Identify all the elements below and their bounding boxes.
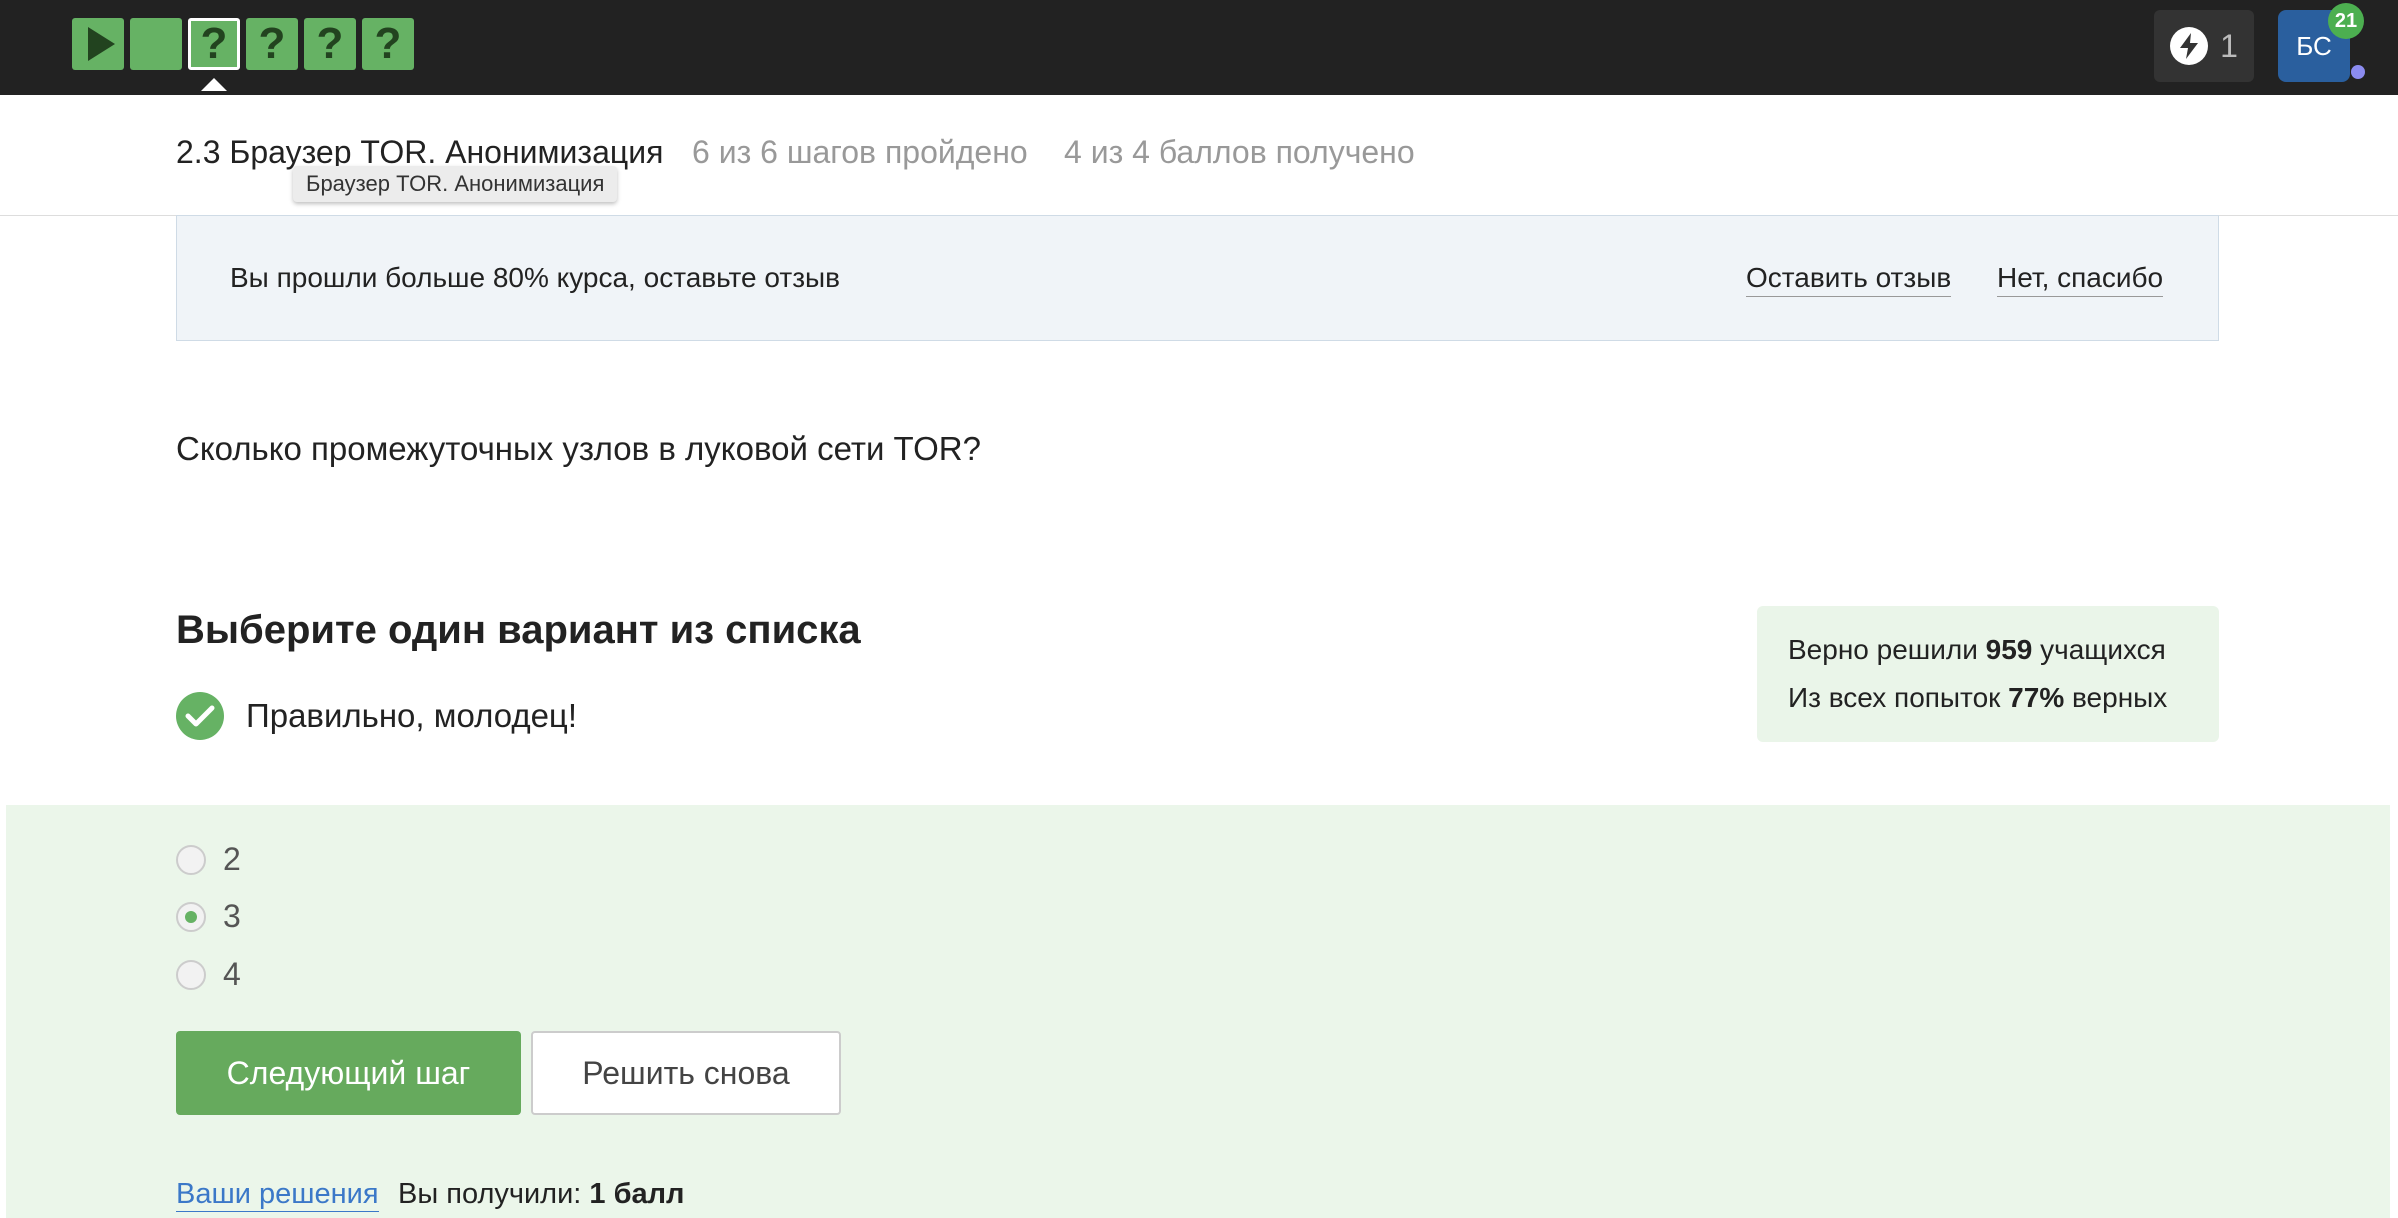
score-prefix: Вы получили:: [398, 1178, 590, 1210]
score-text: Вы получили: 1 балл: [398, 1178, 684, 1211]
solved-count: 959: [1985, 634, 2033, 665]
option-label: 4: [223, 956, 241, 992]
top-bar: ? ? ? ? 1 БС 21: [0, 0, 2398, 95]
radio-dot: [185, 910, 197, 923]
radio-button[interactable]: [176, 844, 206, 875]
notification-badge: 21: [2328, 3, 2364, 39]
play-icon: [87, 27, 115, 61]
step-1-video[interactable]: [72, 18, 124, 70]
solved-line: Верно решили 959 учащихся: [1788, 626, 2219, 674]
step-4-quiz[interactable]: ?: [246, 18, 298, 70]
your-solutions-link[interactable]: Ваши решения: [176, 1178, 379, 1212]
solve-again-button[interactable]: Решить снова: [531, 1031, 841, 1115]
no-thanks-link[interactable]: Нет, спасибо: [1997, 262, 2164, 297]
answer-area: [6, 805, 2390, 1218]
lesson-steps-progress: 6 из 6 шагов пройдено: [692, 134, 1028, 170]
lesson-points: 4 из 4 баллов получено: [1064, 134, 1415, 170]
question-text: Сколько промежуточных узлов в луковой се…: [176, 430, 981, 467]
question-icon: ?: [258, 19, 286, 68]
attempts-percent: 77%: [2008, 682, 2065, 713]
option-4[interactable]: 4: [176, 956, 241, 993]
question-icon: ?: [374, 19, 402, 68]
step-navigation: ? ? ? ?: [72, 18, 414, 91]
avatar-initials: БС: [2296, 30, 2332, 61]
review-banner: Вы прошли больше 80% курса, оставьте отз…: [176, 215, 2219, 341]
option-label: 2: [223, 841, 241, 877]
choose-prompt: Выберите один вариант из списка: [176, 608, 861, 652]
result-message: Правильно, молодец!: [176, 692, 577, 740]
radio-button[interactable]: [176, 959, 206, 990]
radio-button-selected[interactable]: [176, 901, 206, 932]
check-icon: [176, 692, 224, 740]
result-text: Правильно, молодец!: [246, 697, 577, 734]
status-dot: [2351, 65, 2365, 79]
option-3[interactable]: 3: [176, 898, 241, 935]
step-5-quiz[interactable]: ?: [304, 18, 356, 70]
step-6-quiz[interactable]: ?: [362, 18, 414, 70]
solved-suffix: учащихся: [2032, 634, 2166, 665]
attempts-suffix: верных: [2064, 682, 2168, 713]
question-icon: ?: [200, 19, 228, 68]
energy-count: 1: [2220, 27, 2238, 64]
option-2[interactable]: 2: [176, 841, 241, 878]
attempts-prefix: Из всех попыток: [1788, 682, 2009, 713]
solved-prefix: Верно решили: [1788, 634, 1986, 665]
option-label: 3: [223, 898, 241, 934]
solve-stats: Верно решили 959 учащихся Из всех попыто…: [1757, 606, 2219, 742]
step-3-quiz-current[interactable]: ?: [188, 18, 240, 91]
step-2-text[interactable]: [130, 18, 182, 70]
energy-button[interactable]: 1: [2154, 10, 2254, 82]
leave-review-link[interactable]: Оставить отзыв: [1746, 262, 1952, 297]
score-value: 1 балл: [589, 1178, 685, 1210]
attempts-line: Из всех попыток 77% верных: [1788, 674, 2219, 722]
title-tooltip: Браузер TOR. Анонимизация: [293, 166, 618, 202]
lightning-icon: [2170, 27, 2209, 65]
next-step-button[interactable]: Следующий шаг: [176, 1031, 521, 1115]
question-icon: ?: [316, 19, 344, 68]
review-banner-text: Вы прошли больше 80% курса, оставьте отз…: [230, 262, 841, 293]
